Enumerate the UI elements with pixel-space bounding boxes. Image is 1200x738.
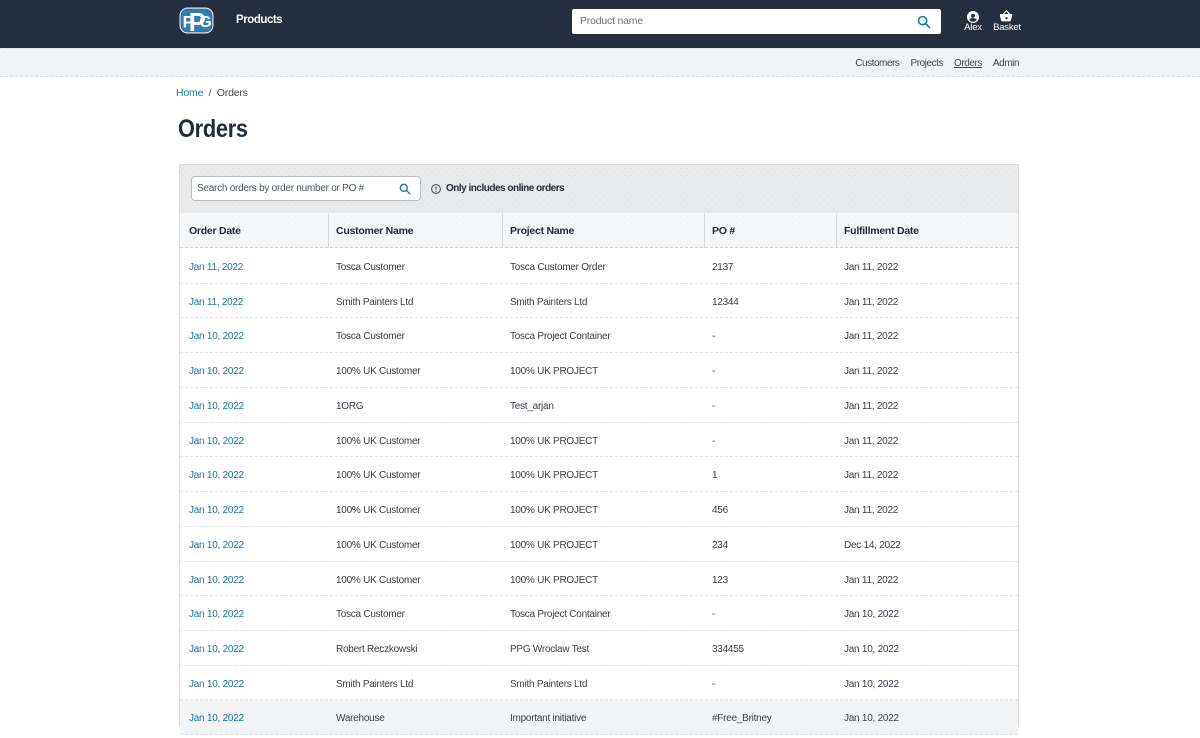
svg-text:G: G — [199, 14, 211, 31]
